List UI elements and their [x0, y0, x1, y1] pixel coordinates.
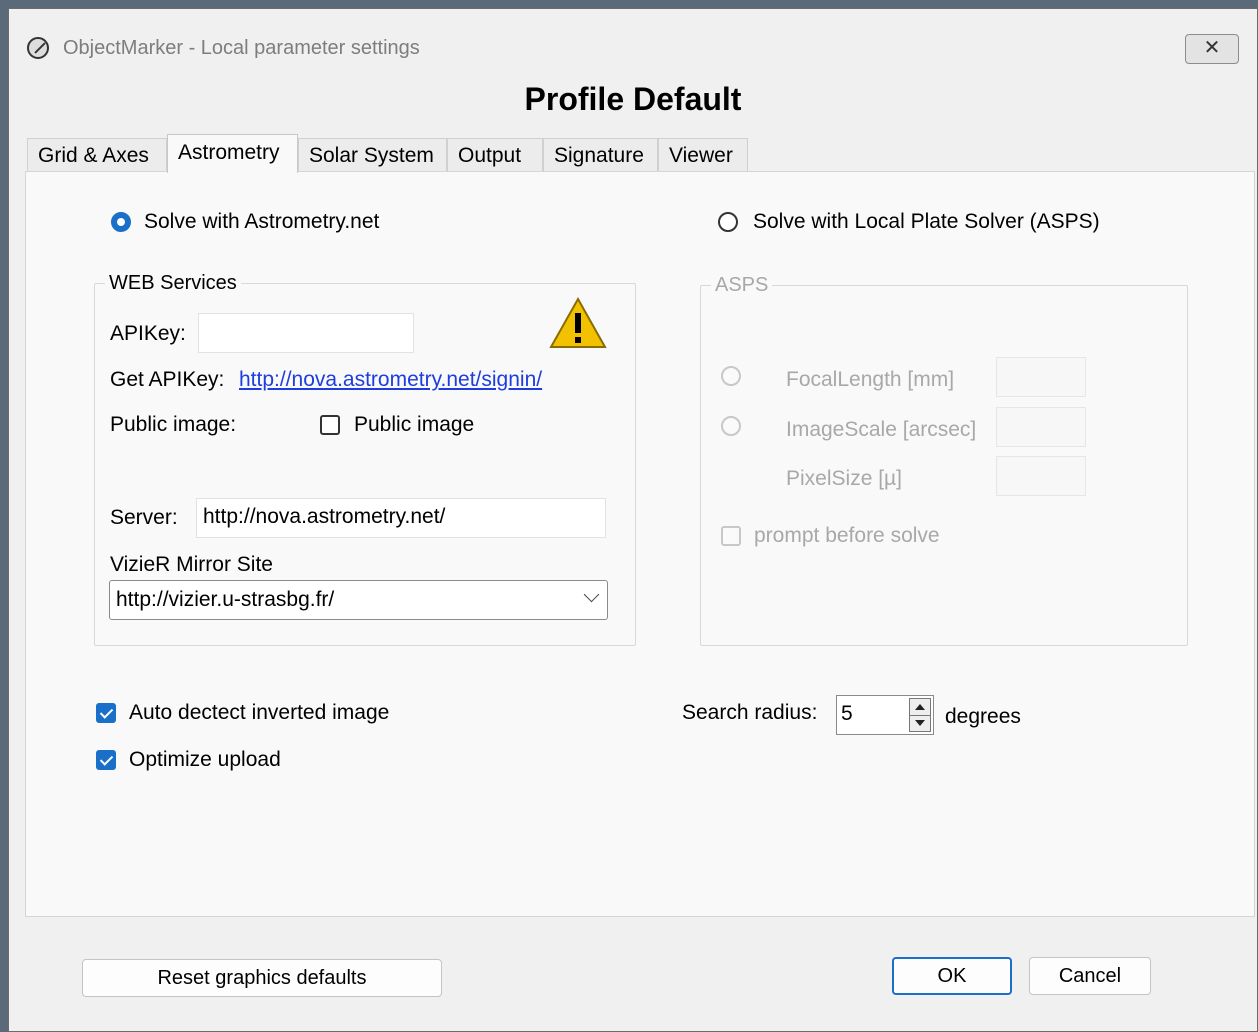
focal-length-input[interactable]: [996, 357, 1086, 397]
get-apikey-link[interactable]: http://nova.astrometry.net/signin/: [239, 368, 542, 392]
tab-signature[interactable]: Signature: [543, 138, 658, 172]
apikey-input[interactable]: [198, 313, 414, 353]
optimize-upload-label: Optimize upload: [129, 748, 281, 771]
window-title: ObjectMarker - Local parameter settings: [63, 37, 420, 59]
reset-graphics-defaults-button[interactable]: Reset graphics defaults: [82, 959, 442, 997]
focal-length-radio[interactable]: [721, 366, 741, 386]
image-scale-radio[interactable]: [721, 416, 741, 436]
search-radius-label: Search radius:: [682, 701, 818, 724]
tab-astrometry[interactable]: Astrometry: [167, 134, 298, 173]
prompt-before-solve-label: prompt before solve: [754, 524, 940, 547]
public-image-checkbox-label: Public image: [354, 413, 475, 436]
server-label: Server:: [110, 506, 178, 529]
chevron-down-icon: [583, 586, 600, 603]
search-radius-spinner[interactable]: 5: [836, 695, 934, 735]
asps-group: ASPS: [700, 274, 1188, 646]
tab-viewer[interactable]: Viewer: [658, 138, 748, 172]
image-scale-label: ImageScale [arcsec]: [786, 418, 977, 441]
pixel-size-label: PixelSize [µ]: [786, 467, 902, 490]
ok-button[interactable]: OK: [892, 957, 1012, 995]
profile-title: Profile Default: [524, 81, 742, 117]
public-image-label: Public image:: [110, 413, 237, 436]
tab-grid-axes[interactable]: Grid & Axes: [27, 138, 167, 172]
pixel-size-input[interactable]: [996, 456, 1086, 496]
auto-detect-inverted-label: Auto dectect inverted image: [129, 701, 390, 724]
search-radius-value: 5: [841, 702, 853, 725]
tab-output[interactable]: Output: [447, 138, 543, 172]
settings-dialog: ObjectMarker - Local parameter settings …: [8, 8, 1258, 1032]
spin-down-icon[interactable]: [915, 720, 925, 726]
close-button[interactable]: ✕: [1185, 34, 1239, 64]
app-icon: [27, 37, 49, 59]
solve-online-radio[interactable]: [111, 212, 131, 232]
spinner-buttons[interactable]: [909, 698, 931, 732]
vizier-label: VizieR Mirror Site: [110, 553, 273, 576]
asps-legend: ASPS: [715, 274, 769, 296]
web-services-legend: WEB Services: [109, 272, 237, 294]
image-scale-input[interactable]: [996, 407, 1086, 447]
server-input[interactable]: http://nova.astrometry.net/: [196, 498, 606, 538]
auto-detect-inverted-checkbox[interactable]: [96, 703, 116, 723]
get-apikey-label: Get APIKey:: [110, 368, 225, 391]
tab-solar-system[interactable]: Solar System: [298, 138, 447, 172]
focal-length-label: FocalLength [mm]: [786, 368, 955, 391]
spinner-divider: [910, 715, 930, 716]
solve-online-label: Solve with Astrometry.net: [144, 210, 380, 233]
spin-up-icon[interactable]: [915, 704, 925, 710]
degrees-label: degrees: [945, 705, 1021, 728]
warning-icon: [549, 296, 607, 348]
vizier-selected-value: http://vizier.u-strasbg.fr/: [116, 588, 335, 611]
apikey-label: APIKey:: [110, 322, 186, 345]
prompt-before-solve-checkbox[interactable]: [721, 526, 741, 546]
optimize-upload-checkbox[interactable]: [96, 750, 116, 770]
title-bar: ObjectMarker - Local parameter settings …: [9, 9, 1257, 73]
cancel-button[interactable]: Cancel: [1029, 957, 1151, 995]
solve-local-radio[interactable]: [718, 212, 738, 232]
public-image-checkbox[interactable]: [320, 415, 340, 435]
solve-local-label: Solve with Local Plate Solver (ASPS): [753, 210, 1100, 233]
vizier-select[interactable]: http://vizier.u-strasbg.fr/: [109, 580, 608, 620]
astrometry-panel: Solve with Astrometry.net Solve with Loc…: [25, 171, 1255, 917]
